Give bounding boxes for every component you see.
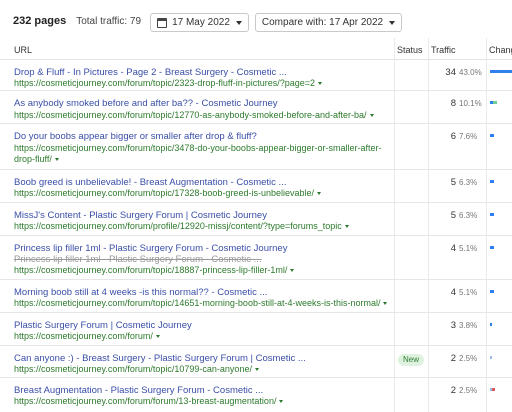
page-title-link[interactable]: Drop & Fluff - In Pictures - Page 2 - Br… xyxy=(14,67,384,78)
traffic-share: 2.5% xyxy=(459,386,478,395)
change-bar xyxy=(493,101,497,104)
chevron-down-icon[interactable] xyxy=(369,114,374,118)
page-url-text: https://cosmeticjourney.com/forum/profil… xyxy=(14,221,342,231)
page-url-text: https://cosmeticjourney.com/forum/topic/… xyxy=(14,110,367,120)
table-row: Princess lip filler 1ml - Plastic Surger… xyxy=(0,237,512,280)
column-header-traffic[interactable]: Traffic xyxy=(431,45,456,55)
compare-date-button[interactable]: Compare with: 17 Apr 2022 xyxy=(254,13,403,32)
page-url-text: https://cosmeticjourney.com/forum/topic/… xyxy=(14,78,316,88)
compare-label: Compare with: 17 Apr 2022 xyxy=(261,17,384,28)
chevron-down-icon[interactable] xyxy=(290,269,295,273)
table-row: Boob greed is unbelievable! - Breast Aug… xyxy=(0,171,512,203)
calendar-icon xyxy=(157,17,168,28)
page-title-link[interactable]: Morning boob still at 4 weeks -is this n… xyxy=(14,287,384,298)
change-bar xyxy=(490,213,494,216)
page-url-text: https://cosmeticjourney.com/forum/topic/… xyxy=(14,364,252,374)
traffic-value: 2 xyxy=(450,353,456,364)
status-badge: New xyxy=(398,354,425,366)
page-url-text: https://cosmeticjourney.com/forum/topic/… xyxy=(14,143,382,164)
chevron-down-icon[interactable] xyxy=(344,225,349,229)
table-row: Do your boobs appear bigger or smaller a… xyxy=(0,125,512,170)
change-bar xyxy=(490,323,492,326)
chevron-down-icon[interactable] xyxy=(279,400,284,404)
page-url-link[interactable]: https://cosmeticjourney.com/forum/topic/… xyxy=(14,364,396,375)
traffic-value: 5 xyxy=(450,210,456,221)
total-traffic: Total traffic: 79 xyxy=(76,16,142,27)
change-bar xyxy=(490,356,492,359)
traffic-value: 8 xyxy=(450,98,456,109)
page-title-link[interactable]: MissJ's Content - Plastic Surgery Forum … xyxy=(14,210,384,221)
table-row: Morning boob still at 4 weeks -is this n… xyxy=(0,281,512,313)
traffic-value: 4 xyxy=(450,287,456,298)
chevron-down-icon[interactable] xyxy=(317,192,321,196)
change-bar xyxy=(490,70,512,73)
page-url-link[interactable]: https://cosmeticjourney.com/forum/forum/… xyxy=(14,396,396,407)
page-url-text: https://cosmeticjourney.com/forum/forum/… xyxy=(14,396,277,406)
traffic-value: 6 xyxy=(450,131,456,142)
report-toolbar: 232 pages Total traffic: 79 17 May 2022 … xyxy=(0,0,512,38)
page-title-link[interactable]: Breast Augmentation - Plastic Surgery Fo… xyxy=(14,385,384,396)
page-title-link[interactable]: Do your boobs appear bigger or smaller a… xyxy=(14,131,384,142)
page-url-text: https://cosmeticjourney.com/forum/topic/… xyxy=(14,188,314,198)
change-bar xyxy=(490,246,494,249)
traffic-share: 43.0% xyxy=(459,68,482,77)
change-bar xyxy=(490,180,494,183)
page-url-text: https://cosmeticjourney.com/forum/topic/… xyxy=(14,265,288,275)
previous-title: Princess lip filler 1ml - Plastic Surger… xyxy=(14,254,262,265)
table-row: MissJ's Content - Plastic Surgery Forum … xyxy=(0,204,512,236)
traffic-share: 5.1% xyxy=(459,288,478,297)
traffic-share: 7.6% xyxy=(459,132,478,141)
page-title-link[interactable]: Boob greed is unbelievable! - Breast Aug… xyxy=(14,177,384,188)
table-row: Plastic Surgery Forum | Cosmetic Journey… xyxy=(0,314,512,346)
traffic-value: 3 xyxy=(450,320,456,331)
table-row: Drop & Fluff - In Pictures - Page 2 - Br… xyxy=(0,61,512,91)
change-bar xyxy=(490,290,494,293)
page-url-link[interactable]: https://cosmeticjourney.com/forum/topic/… xyxy=(14,143,396,165)
page-url-link[interactable]: https://cosmeticjourney.com/forum/topic/… xyxy=(14,298,396,309)
date-picker-button[interactable]: 17 May 2022 xyxy=(150,13,249,32)
table-row: As anybody smoked before and after ba?? … xyxy=(0,92,512,124)
chevron-down-icon[interactable] xyxy=(318,82,323,86)
chevron-down-icon[interactable] xyxy=(254,368,259,372)
page-url-link[interactable]: https://cosmeticjourney.com/forum/topic/… xyxy=(14,110,396,121)
traffic-share: 6.3% xyxy=(459,211,478,220)
page-url-link[interactable]: https://cosmeticjourney.com/forum/profil… xyxy=(14,221,396,232)
table-header: URL Status Traffic Chang xyxy=(0,38,512,60)
chevron-down-icon xyxy=(235,20,242,25)
column-header-status[interactable]: Status xyxy=(397,45,423,55)
change-bar xyxy=(492,388,495,391)
column-header-url[interactable]: URL xyxy=(14,45,32,55)
traffic-share: 5.1% xyxy=(459,244,478,253)
pages-count: 232 pages xyxy=(13,15,67,27)
chevron-down-icon[interactable] xyxy=(155,335,160,339)
traffic-share: 3.8% xyxy=(459,321,478,330)
traffic-share: 6.3% xyxy=(459,178,478,187)
date-label: 17 May 2022 xyxy=(172,17,230,28)
chevron-down-icon xyxy=(389,20,396,25)
traffic-value: 4 xyxy=(450,243,456,254)
traffic-share: 2.5% xyxy=(459,354,478,363)
table-row: Breast Augmentation - Plastic Surgery Fo… xyxy=(0,379,512,412)
page-title-link[interactable]: Can anyone :) - Breast Surgery - Plastic… xyxy=(14,353,384,364)
page-title-link[interactable]: Plastic Surgery Forum | Cosmetic Journey xyxy=(14,320,384,331)
traffic-value: 34 xyxy=(445,67,456,78)
traffic-share: 10.1% xyxy=(459,99,482,108)
change-bar xyxy=(490,134,494,137)
traffic-value: 2 xyxy=(450,385,456,396)
page-url-link[interactable]: https://cosmeticjourney.com/forum/topic/… xyxy=(14,265,396,276)
page-url-text: https://cosmeticjourney.com/forum/topic/… xyxy=(14,298,381,308)
page-url-link[interactable]: https://cosmeticjourney.com/forum/ xyxy=(14,331,396,342)
chevron-down-icon[interactable] xyxy=(54,158,59,162)
page-title-link[interactable]: Princess lip filler 1ml - Plastic Surger… xyxy=(14,243,384,254)
page-url-link[interactable]: https://cosmeticjourney.com/forum/topic/… xyxy=(14,78,396,89)
chevron-down-icon[interactable] xyxy=(383,302,388,306)
page-url-text: https://cosmeticjourney.com/forum/ xyxy=(14,331,153,341)
page-url-link[interactable]: https://cosmeticjourney.com/forum/topic/… xyxy=(14,188,396,199)
page-title-link[interactable]: As anybody smoked before and after ba?? … xyxy=(14,98,384,109)
column-header-change[interactable]: Chang xyxy=(489,45,512,55)
table-row: Can anyone :) - Breast Surgery - Plastic… xyxy=(0,347,512,378)
traffic-value: 5 xyxy=(450,177,456,188)
